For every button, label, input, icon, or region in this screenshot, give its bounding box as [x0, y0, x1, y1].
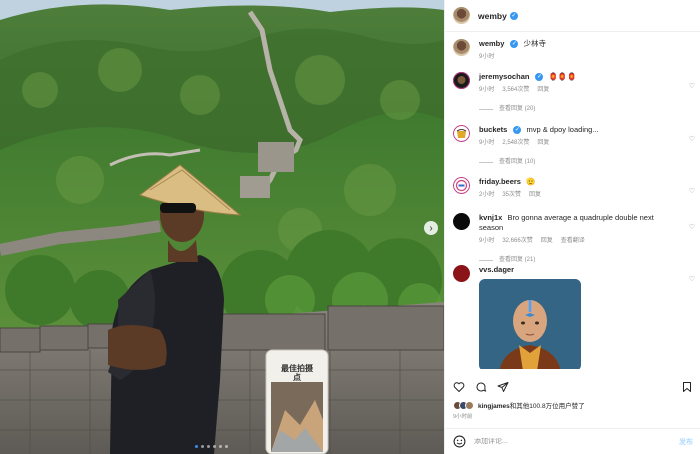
carousel-dot-active [195, 445, 198, 448]
view-replies-label: 查看回复 (10) [499, 159, 536, 165]
commenter-username[interactable]: friday.beers [479, 177, 521, 186]
carousel-dot [219, 445, 222, 448]
reply-button[interactable]: 回复 [529, 190, 541, 200]
emoji-icon[interactable] [453, 435, 466, 448]
caption-avatar[interactable] [453, 39, 470, 56]
view-replies-button[interactable]: 查看回复 (20) [479, 104, 679, 114]
action-bar [445, 377, 700, 397]
commenter-username[interactable]: jeremysochan [479, 72, 529, 81]
carousel-dot [207, 445, 210, 448]
commenter-username[interactable]: vvs.dager [479, 265, 514, 274]
caption-time: 9小时 [479, 54, 495, 60]
great-wall-photo [0, 0, 444, 454]
bookmark-icon[interactable] [681, 381, 693, 393]
add-comment-bar: 发布 [445, 428, 700, 454]
reply-button[interactable]: 回复 [537, 85, 549, 95]
like-comment-icon[interactable]: ♡ [689, 223, 695, 231]
comment-bubble-icon[interactable] [475, 381, 487, 393]
caption-username[interactable]: wemby [479, 39, 504, 48]
verified-badge-icon: ✓ [510, 40, 519, 49]
commenter-avatar[interactable] [453, 125, 470, 142]
translate-button[interactable]: 查看翻译 [561, 236, 585, 246]
verified-badge-icon: ✓ [509, 11, 518, 20]
reply-button[interactable]: 回复 [537, 138, 549, 148]
post-panel: wemby ✓ wemby ✓ 少林寺 9小时 jeremysochan ✓ 🏮… [444, 0, 700, 454]
post-header: wemby ✓ [445, 0, 700, 32]
verified-badge-icon: ✓ [535, 73, 544, 82]
commenter-avatar[interactable] [453, 213, 470, 230]
comment-text: mvp & dpoy loading... [526, 125, 599, 134]
liker-username[interactable]: kingjames [478, 403, 510, 410]
carousel-dots [195, 445, 228, 448]
caption-text: 少林寺 [523, 39, 547, 48]
like-heart-icon[interactable] [453, 381, 465, 393]
carousel-dot [213, 445, 216, 448]
like-comment-icon[interactable]: ♡ [689, 187, 695, 195]
like-comment-icon[interactable]: ♡ [689, 135, 695, 143]
commenter-username[interactable]: kvnj1x [479, 213, 502, 222]
commenter-avatar[interactable] [453, 265, 470, 282]
post-time: 9小时前 [453, 414, 473, 420]
commenter-avatar[interactable] [453, 177, 470, 194]
post-photo: 最佳拍摄点 › [0, 0, 444, 454]
view-replies-label: 查看回复 (21) [499, 257, 536, 263]
share-send-icon[interactable] [497, 381, 509, 393]
next-photo-button[interactable]: › [424, 221, 438, 235]
carousel-dot [201, 445, 204, 448]
like-comment-icon[interactable]: ♡ [689, 82, 695, 90]
comment-image[interactable] [479, 279, 581, 369]
sign-text: 最佳拍摄点 [281, 364, 313, 382]
carousel-dot [225, 445, 228, 448]
view-replies-label: 查看回复 (20) [499, 106, 536, 112]
comment-likes[interactable]: 35次赞 [502, 190, 521, 200]
comment-text: Bro gonna average a quadruple double nex… [479, 213, 654, 232]
comment-text: 🏮🏮🏮 [548, 72, 577, 81]
comments-list[interactable]: wemby ✓ 少林寺 9小时 jeremysochan ✓ 🏮🏮🏮 9小时 3,5… [445, 33, 700, 369]
commenter-avatar[interactable] [453, 72, 470, 89]
comment-input[interactable] [474, 438, 679, 445]
view-replies-button[interactable]: 查看回复 (10) [479, 157, 679, 167]
comment-time: 2小时 [479, 192, 495, 198]
comment-text: 🫡 [526, 177, 536, 186]
likes-count-text: 和其他100.8万位用户赞了 [509, 403, 585, 410]
comment-likes[interactable]: 2,548次赞 [502, 138, 529, 148]
reply-button[interactable]: 回复 [541, 236, 553, 246]
verified-badge-icon: ✓ [513, 126, 522, 135]
author-avatar[interactable] [453, 7, 470, 24]
like-comment-icon[interactable]: ♡ [689, 275, 695, 283]
comment-time: 9小时 [479, 238, 495, 244]
view-replies-button[interactable]: 查看回复 (21) [479, 255, 679, 265]
liker-avatar [465, 400, 474, 410]
likes-summary[interactable]: kingjames和其他100.8万位用户赞了 [453, 400, 585, 410]
comment-time: 9小时 [479, 140, 495, 146]
comment-likes[interactable]: 3,564次赞 [502, 85, 529, 95]
commenter-username[interactable]: buckets [479, 125, 507, 134]
post-comment-button[interactable]: 发布 [679, 437, 693, 447]
comment-likes[interactable]: 32,666次赞 [502, 236, 532, 246]
author-username[interactable]: wemby [478, 11, 507, 21]
comment-time: 9小时 [479, 87, 495, 93]
